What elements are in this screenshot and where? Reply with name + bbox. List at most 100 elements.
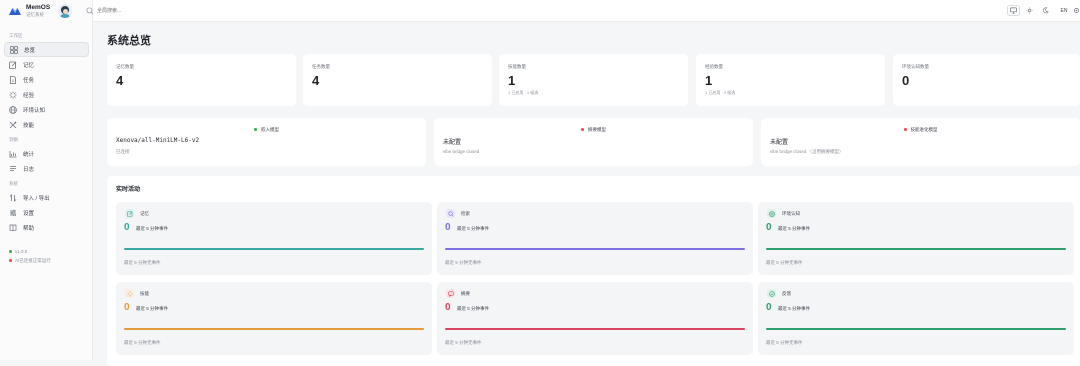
status-dot-icon [9, 259, 12, 262]
activity-count-sub: 最近 5 分钟事件 [457, 226, 489, 232]
activity-label: 反馈 [782, 291, 791, 297]
activity-label: 技能 [140, 291, 149, 297]
dark-theme-button[interactable] [1039, 5, 1052, 16]
brand[interactable]: MemOS 记忆系统 [0, 0, 92, 22]
stat-value: 0 [902, 73, 909, 88]
sidebar-item-import-export[interactable]: 导入 / 导出 [4, 190, 89, 205]
activity-label: 摘要 [461, 291, 470, 297]
activity-count-sub: 最近 5 分钟事件 [778, 226, 810, 232]
search-icon [446, 209, 455, 218]
page-title: 系统总览 [107, 32, 151, 48]
sidebar-item-help[interactable]: 帮助 [4, 220, 89, 235]
app-subtitle: 记忆系统 [26, 12, 50, 18]
status-dot-icon [581, 128, 584, 131]
activity-card-retrieval[interactable]: 检索 0 最近 5 分钟事件 最近 5 分钟无事件 [437, 202, 753, 275]
activity-card-environment[interactable]: 环境认知 0 最近 5 分钟事件 最近 5 分钟无事件 [758, 202, 1074, 275]
stat-label: 任务数量 [312, 64, 330, 70]
stat-card-tasks[interactable]: 任务数量 4 [303, 54, 492, 106]
sidebar-item-overview[interactable]: 总览 [4, 42, 89, 57]
more-menu-button[interactable] [1072, 5, 1080, 16]
activity-footer: 最近 5 分钟无事件 [445, 260, 482, 266]
model-status-label: 技能进化模型 [911, 127, 938, 132]
monitor-theme-button[interactable] [1007, 5, 1020, 16]
activity-card-summary[interactable]: 摘要 0 最近 5 分钟事件 最近 5 分钟无事件 [437, 282, 753, 355]
model-name: 未配置 [443, 137, 461, 146]
sidebar-item-memory[interactable]: 记忆 [4, 57, 89, 72]
stat-label: 经验数量 [705, 64, 723, 70]
status-panel: v1.0.0 AI已连接正常运行 [0, 247, 92, 265]
activity-footer: 最近 5 分钟无事件 [766, 340, 803, 346]
activity-count: 0 [766, 222, 772, 233]
activity-bar [124, 248, 424, 250]
stat-label: 环境认知数量 [902, 64, 929, 70]
activity-count: 0 [445, 302, 451, 313]
stat-card-experience[interactable]: 经验数量 1 1 已启用 · 2 候选 [696, 54, 885, 106]
stat-sub: 1 已启用 · 1 候选 [508, 90, 538, 96]
search-input[interactable] [97, 6, 217, 16]
activity-footer: 最近 5 分钟无事件 [766, 260, 803, 266]
model-sub: 已连接 [116, 149, 130, 155]
sidebar-item-skills[interactable]: 技能 [4, 117, 89, 132]
model-name: Xenova/all-MiniLM-L6-v2 [116, 137, 199, 144]
activity-bar [445, 248, 745, 250]
stat-value: 4 [312, 73, 319, 88]
sidebar: MemOS 记忆系统 工作区 总览 记忆 任务 经验 环境认知 [0, 0, 93, 360]
activity-card-memory[interactable]: 记忆 0 最近 5 分钟事件 最近 5 分钟无事件 [116, 202, 432, 275]
sidebar-item-label: 技能 [23, 121, 34, 129]
model-card-embedding: 嵌入模型 Xenova/all-MiniLM-L6-v2 已连接 [107, 118, 426, 166]
activity-footer: 最近 5 分钟无事件 [445, 340, 482, 346]
sidebar-item-settings[interactable]: 设置 [4, 205, 89, 220]
sidebar-item-label: 记忆 [23, 61, 34, 69]
moon-icon [1042, 7, 1049, 14]
model-card-summary: 摘要模型 未配置 vibe bridge closed [434, 118, 753, 166]
connection-status: AI已连接正常运行 [0, 256, 92, 265]
sidebar-item-label: 统计 [23, 150, 34, 158]
stat-value: 1 [705, 73, 712, 88]
activity-card-skills[interactable]: 技能 0 最近 5 分钟事件 最近 5 分钟无事件 [116, 282, 432, 355]
model-status: 技能进化模型 [761, 127, 1080, 133]
activity-count-sub: 最近 5 分钟事件 [136, 226, 168, 232]
activity-bar [766, 248, 1066, 250]
stat-card-memory[interactable]: 记忆数量 4 [107, 54, 296, 106]
stat-card-skills[interactable]: 技能数量 1 1 已启用 · 1 候选 [499, 54, 688, 106]
activity-label: 记忆 [140, 211, 149, 217]
activity-count-sub: 最近 5 分钟事件 [457, 306, 489, 312]
nav-section-label: 系统 [0, 181, 92, 187]
model-sub: vibe bridge closed [443, 149, 479, 154]
stat-sub: 1 已启用 · 2 候选 [705, 90, 735, 96]
sparkle-icon [125, 289, 134, 298]
model-status-label: 嵌入模型 [261, 127, 279, 132]
avatar[interactable] [58, 4, 72, 18]
sidebar-item-stats[interactable]: 统计 [4, 146, 89, 161]
chat-icon [446, 289, 455, 298]
transfer-icon [9, 194, 17, 202]
activity-card-feedback[interactable]: 反馈 0 最近 5 分钟事件 最近 5 分钟无事件 [758, 282, 1074, 355]
sidebar-item-label: 导入 / 导出 [23, 194, 50, 202]
sidebar-item-label: 经验 [23, 91, 34, 99]
nav-section-label: 工作区 [0, 33, 92, 39]
language-toggle[interactable]: EN [1058, 8, 1070, 14]
gear-icon [1073, 7, 1080, 14]
stat-card-environment[interactable]: 环境认知数量 0 [893, 54, 1080, 106]
search-icon [86, 7, 94, 15]
sidebar-item-label: 环境认知 [23, 106, 45, 114]
sidebar-item-experience[interactable]: 经验 [4, 87, 89, 102]
sidebar-item-tasks[interactable]: 任务 [4, 72, 89, 87]
version-status: v1.0.0 [0, 247, 92, 256]
chart-icon [9, 150, 17, 158]
sidebar-item-environment[interactable]: 环境认知 [4, 102, 89, 117]
model-status: 嵌入模型 [107, 127, 426, 133]
tools-icon [9, 121, 17, 129]
light-theme-button[interactable] [1023, 5, 1036, 16]
activity-title: 实时活动 [116, 184, 140, 193]
activity-bar [445, 328, 745, 330]
sidebar-item-logs[interactable]: 日志 [4, 161, 89, 176]
book-icon [9, 224, 17, 232]
sparkle-icon [9, 91, 17, 99]
activity-bar [766, 328, 1066, 330]
activity-panel: 实时活动 记忆 0 最近 5 分钟事件 最近 5 分钟无事件 检索 0 最近 5… [107, 176, 1080, 366]
sidebar-item-label: 帮助 [23, 224, 34, 232]
settings-icon [9, 209, 17, 217]
activity-count: 0 [124, 222, 130, 233]
sidebar-item-label: 设置 [23, 209, 34, 217]
